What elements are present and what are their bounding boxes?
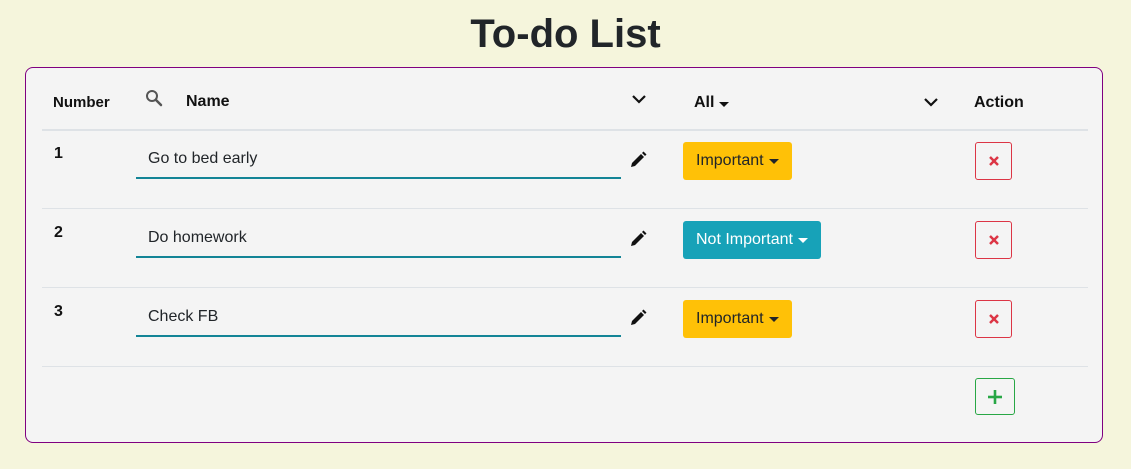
pencil-icon[interactable] <box>629 230 647 248</box>
todo-name-input[interactable] <box>136 141 621 179</box>
priority-dropdown[interactable]: Important <box>683 142 792 180</box>
x-icon <box>988 314 999 324</box>
caret-down-icon <box>768 158 779 164</box>
x-icon <box>988 156 999 166</box>
todo-name-input[interactable] <box>136 299 621 337</box>
todo-table: Number Name All Action 1 Important 2 <box>25 67 1103 443</box>
filter-dropdown[interactable]: All <box>694 94 730 112</box>
row-number: 2 <box>54 224 63 241</box>
row-number: 1 <box>54 145 63 162</box>
filter-label: All <box>694 94 715 111</box>
table-row: 1 Important <box>42 129 1088 209</box>
add-todo-button[interactable] <box>975 378 1015 415</box>
header-number: Number <box>53 94 110 111</box>
table-row: 3 Important <box>42 287 1088 367</box>
caret-down-icon <box>797 237 808 243</box>
caret-down-icon <box>768 316 779 322</box>
priority-label: Important <box>696 152 764 169</box>
pencil-icon[interactable] <box>629 309 647 327</box>
chevron-down-icon[interactable] <box>922 93 940 111</box>
table-header: Number Name All Action <box>42 68 1088 131</box>
row-number: 3 <box>54 303 63 320</box>
pencil-icon[interactable] <box>629 151 647 169</box>
plus-icon <box>988 389 1002 404</box>
delete-button[interactable] <box>975 300 1012 338</box>
delete-button[interactable] <box>975 221 1012 259</box>
page-title: To-do List <box>470 12 661 56</box>
search-icon[interactable] <box>145 89 163 107</box>
priority-label: Important <box>696 310 764 327</box>
x-icon <box>988 235 999 245</box>
caret-down-icon <box>719 102 730 107</box>
priority-label: Not Important <box>696 231 793 248</box>
table-row: 2 Not Important <box>42 208 1088 288</box>
header-name: Name <box>186 93 230 110</box>
delete-button[interactable] <box>975 142 1012 180</box>
chevron-down-icon[interactable] <box>630 90 648 108</box>
header-action: Action <box>974 94 1024 111</box>
priority-dropdown[interactable]: Important <box>683 300 792 338</box>
priority-dropdown[interactable]: Not Important <box>683 221 821 259</box>
todo-name-input[interactable] <box>136 220 621 258</box>
